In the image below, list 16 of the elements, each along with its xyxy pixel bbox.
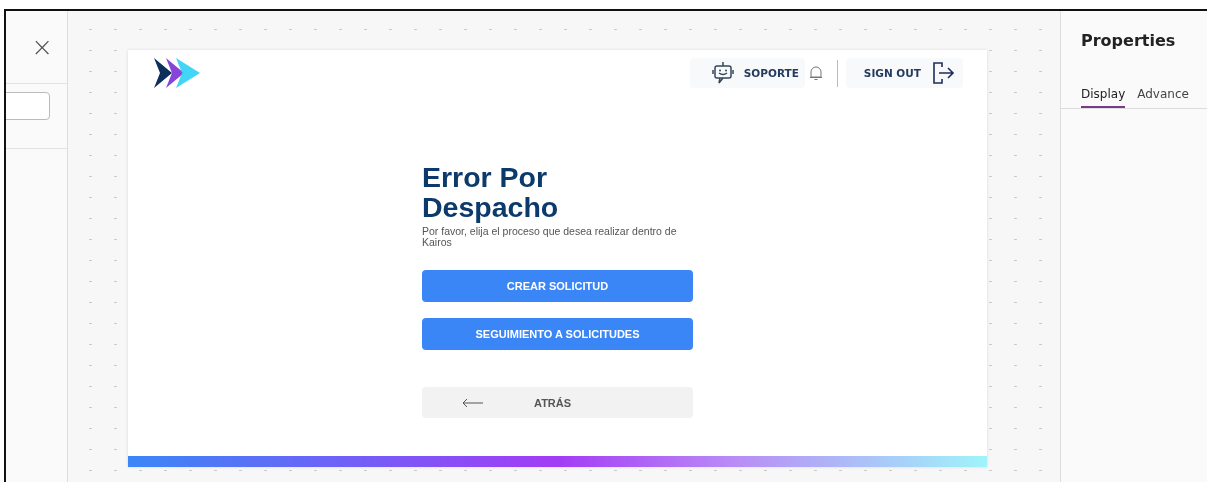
arrow-left-icon: [462, 397, 484, 408]
support-button[interactable]: SOPORTE: [689, 58, 805, 88]
panel-tab[interactable]: Advance: [1137, 87, 1189, 108]
bell-icon: [808, 65, 823, 81]
close-button[interactable]: ×: [31, 34, 53, 60]
action-button[interactable]: CREAR SOLICITUD: [422, 270, 693, 302]
action-button[interactable]: SEGUIMIENTO A SOLICITUDES: [422, 318, 693, 350]
back-button[interactable]: ATRÁS: [422, 387, 693, 418]
sign-out-button[interactable]: SIGN OUT: [845, 58, 963, 88]
page-title: Error Por Despacho: [422, 162, 560, 222]
panel-tab[interactable]: Display: [1081, 87, 1126, 108]
logo-icon: [152, 56, 202, 90]
panel-title: Properties: [1081, 31, 1177, 52]
robot-icon: [711, 61, 734, 85]
subtitle-text: Por favor, elija el proceso que desea realizar dentro de Kairos: [422, 226, 678, 248]
sign-out-icon: [933, 62, 955, 84]
